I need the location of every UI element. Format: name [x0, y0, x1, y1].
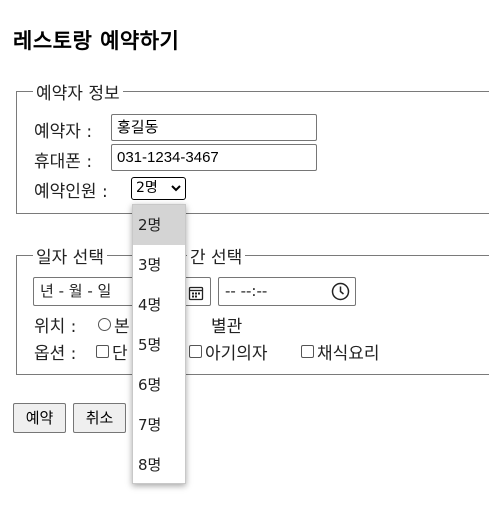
phone-label: 휴대폰 : — [34, 152, 93, 172]
chevron-down-icon — [170, 178, 182, 206]
name-label: 예약자 : — [34, 122, 93, 142]
location-label: 위치 : — [34, 317, 77, 337]
radio-icon[interactable] — [98, 318, 111, 331]
checkbox-icon[interactable] — [96, 345, 109, 358]
guests-option[interactable]: 5명 — [133, 325, 185, 365]
booker-info-legend: 예약자 정보 — [33, 79, 123, 104]
name-field[interactable]: 홍길동 — [111, 114, 317, 141]
guests-label: 예약인원 : — [34, 182, 108, 202]
location-option-annex[interactable]: 별관 — [211, 312, 242, 337]
guests-option[interactable]: 7명 — [133, 405, 185, 445]
time-placeholder: -- --:-- — [225, 282, 268, 300]
time-legend: 간 선택 — [187, 243, 246, 268]
guests-option[interactable]: 4명 — [133, 285, 185, 325]
time-input[interactable]: -- --:-- — [218, 277, 356, 306]
booker-info-fieldset: 예약자 정보 예약자 : 홍길동 휴대폰 : 031-1234-3467 예약인… — [16, 79, 489, 214]
date-placeholder: 년 - 월 - 일 — [40, 282, 112, 300]
clock-icon[interactable] — [331, 282, 350, 310]
calendar-icon[interactable] — [188, 283, 204, 310]
location-option-main[interactable]: 본 — [98, 312, 130, 337]
checkbox-icon[interactable] — [189, 345, 202, 358]
extra-option-baby-chair[interactable]: 아기의자 — [189, 339, 268, 364]
submit-button[interactable]: 예약 — [13, 403, 66, 433]
checkbox-icon[interactable] — [301, 345, 314, 358]
guests-option[interactable]: 2명 — [133, 205, 185, 245]
guests-dropdown-list: 2명 3명 4명 5명 6명 7명 8명 — [132, 204, 186, 484]
cancel-button[interactable]: 취소 — [73, 403, 126, 433]
date-legend: 일자 선택 — [33, 243, 107, 268]
options-label: 옵션 : — [34, 344, 77, 364]
extra-option-vegetarian[interactable]: 채식요리 — [301, 339, 380, 364]
extra-option-1[interactable]: 단 — [96, 339, 128, 364]
guests-option[interactable]: 8명 — [133, 445, 185, 485]
page-title: 레스토랑 예약하기 — [13, 29, 180, 53]
schedule-fieldset: 일자 선택 간 선택 년 - 월 - 일 -- --:-- 위치 : 본 별관 … — [16, 243, 489, 375]
guests-select-value: 2명 — [136, 180, 158, 196]
phone-field[interactable]: 031-1234-3467 — [111, 144, 317, 171]
guests-select[interactable]: 2명 — [131, 177, 186, 200]
guests-option[interactable]: 3명 — [133, 245, 185, 285]
guests-option[interactable]: 6명 — [133, 365, 185, 405]
